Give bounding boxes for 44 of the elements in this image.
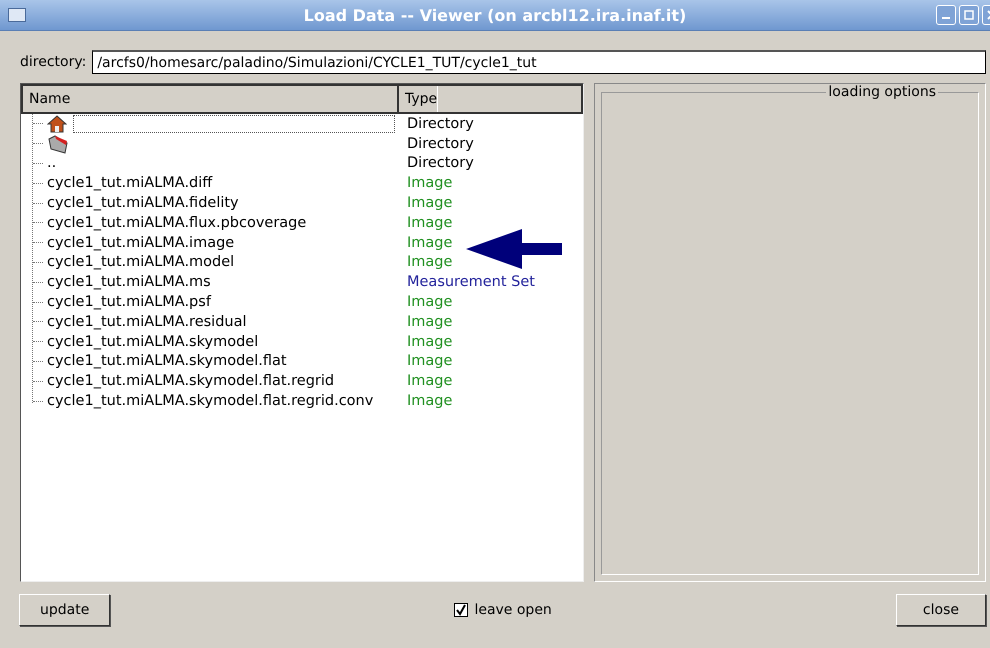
file-name[interactable]: cycle1_tut.miALMA.ms bbox=[47, 274, 211, 290]
column-header[interactable]: Name bbox=[23, 86, 399, 112]
file-type: Image bbox=[406, 373, 452, 390]
window-menu-icon[interactable] bbox=[8, 8, 26, 22]
file-type: Image bbox=[406, 314, 452, 330]
folder-icon bbox=[47, 132, 69, 155]
file-name[interactable]: cycle1_tut.miALMA.skymodel.flat bbox=[47, 353, 287, 370]
file-type: Image bbox=[406, 393, 452, 410]
window-title: Load Data -- Viewer (on arcbl12.ira.inaf.it) bbox=[304, 6, 686, 24]
file-type: Image bbox=[406, 214, 452, 231]
file-name[interactable]: cycle1_tut.miALMA.skymodel bbox=[47, 334, 258, 350]
file-type: Directory bbox=[406, 116, 474, 132]
directory-label: directory: bbox=[20, 54, 86, 70]
checkbox-label[interactable]: leave open bbox=[474, 602, 552, 618]
file-type: Directory bbox=[406, 155, 474, 172]
file-name[interactable]: cycle1_tut.miALMA.diff bbox=[47, 175, 212, 192]
file-type: Image bbox=[406, 195, 452, 212]
file-type: Image bbox=[406, 175, 452, 192]
minimize-button[interactable] bbox=[936, 5, 956, 25]
file-type: Image bbox=[406, 294, 452, 310]
file-name[interactable]: cycle1_tut.miALMA.flux.pbcoverage bbox=[47, 214, 306, 231]
file-type: Image bbox=[406, 334, 452, 350]
file-type: Directory bbox=[406, 136, 474, 152]
close-button[interactable]: close bbox=[896, 594, 986, 626]
file-name[interactable]: cycle1_tut.miALMA.image bbox=[47, 234, 234, 251]
column-header[interactable]: Type bbox=[399, 86, 438, 112]
update-button[interactable]: update bbox=[19, 594, 110, 626]
file-name[interactable]: cycle1_tut.miALMA.fidelity bbox=[47, 195, 239, 212]
file-type: Image bbox=[406, 234, 452, 251]
group-title: loading options bbox=[826, 85, 938, 99]
checkbox[interactable] bbox=[454, 603, 468, 617]
file-name[interactable]: cycle1_tut.miALMA.model bbox=[47, 254, 234, 270]
file-name[interactable]: cycle1_tut.miALMA.residual bbox=[47, 314, 247, 330]
file-name[interactable]: .. bbox=[47, 155, 56, 172]
file-name[interactable]: cycle1_tut.miALMA.psf bbox=[47, 294, 211, 310]
file-name[interactable]: cycle1_tut.miALMA.skymodel.flat.regrid.conv bbox=[47, 393, 374, 410]
directory-field[interactable]: /arcfs0/homesarc/paladino/Simulazioni/CYCLE1_TUT/cycle1_tut bbox=[92, 50, 986, 74]
file-type: Measurement Set bbox=[406, 274, 535, 290]
file-name[interactable]: cycle1_tut.miALMA.skymodel.flat.regrid bbox=[47, 373, 334, 390]
maximize-button[interactable] bbox=[959, 5, 979, 25]
file-type: Image bbox=[406, 353, 452, 370]
file-type: Image bbox=[406, 254, 452, 270]
minimize-icon bbox=[942, 17, 950, 19]
maximize-icon bbox=[964, 10, 974, 20]
